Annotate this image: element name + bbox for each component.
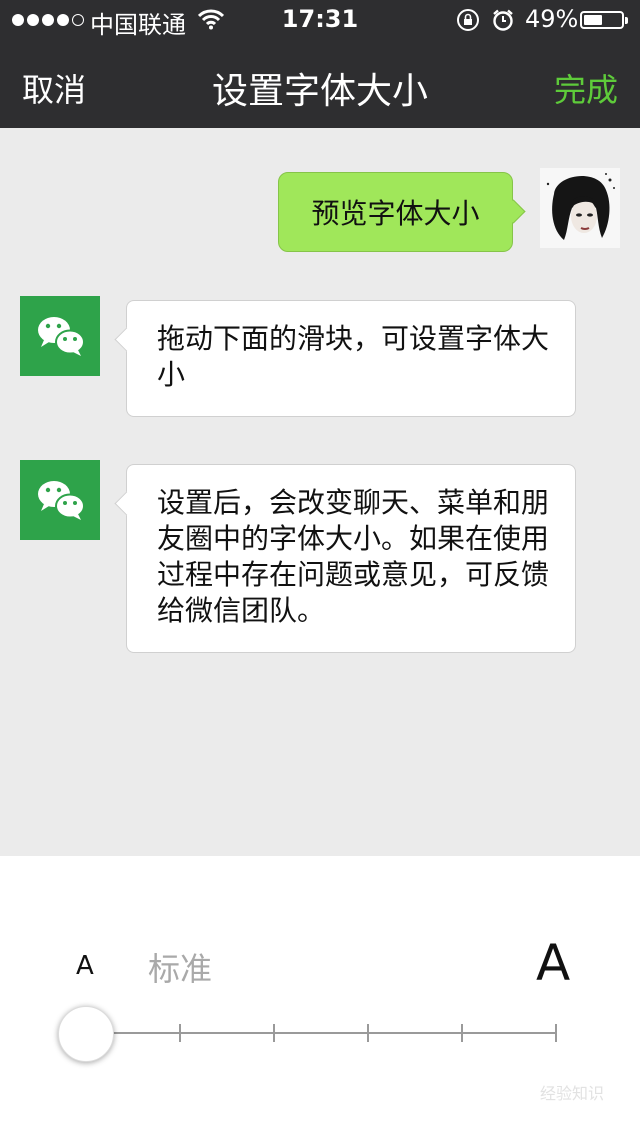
user-message-bubble: 预览字体大小 [278, 172, 513, 252]
font-size-panel: A 标准 A 经验知识 [0, 856, 640, 1136]
small-font-label: A [76, 951, 94, 981]
font-size-slider-track[interactable] [86, 1024, 557, 1042]
font-size-slider-thumb[interactable] [58, 1006, 114, 1062]
rotation-lock-icon [456, 8, 480, 38]
bot-message-text: 设置后，会改变聊天、菜单和朋友圈中的字体大小。如果在使用过程中存在问题或意见，可… [157, 486, 550, 627]
wechat-logo-icon [38, 317, 85, 356]
watermark-text: 经验知识 [540, 1084, 605, 1103]
slider-tick [367, 1024, 369, 1042]
wechat-avatar [20, 460, 100, 540]
wechat-logo-icon [38, 481, 85, 520]
bot-message-bubble: 拖动下面的滑块，可设置字体大小 [126, 300, 576, 417]
done-button[interactable]: 完成 [554, 65, 618, 111]
battery-icon [580, 11, 628, 29]
large-font-label: A [536, 934, 571, 992]
user-message-text: 预览字体大小 [311, 197, 480, 230]
status-bar: 中国联通 17:31 49% [0, 0, 640, 40]
navigation-bar: 取消 设置字体大小 完成 [0, 40, 640, 128]
standard-size-label: 标准 [148, 950, 213, 988]
slider-tick [179, 1024, 181, 1042]
slider-tick [461, 1024, 463, 1042]
wechat-avatar [20, 296, 100, 376]
slider-tick [273, 1024, 275, 1042]
battery-percentage: 49% [525, 5, 579, 33]
alarm-icon [491, 8, 515, 38]
bot-message-bubble: 设置后，会改变聊天、菜单和朋友圈中的字体大小。如果在使用过程中存在问题或意见，可… [126, 464, 576, 653]
chat-preview: 预览字体大小 拖动下面的滑块，可设置字体大小 设置后，会改变聊天、菜单和朋友圈中… [0, 128, 640, 856]
slider-tick [555, 1024, 557, 1042]
user-avatar [540, 168, 620, 248]
bot-message-text: 拖动下面的滑块，可设置字体大小 [157, 322, 550, 391]
page-title: 设置字体大小 [211, 71, 428, 112]
